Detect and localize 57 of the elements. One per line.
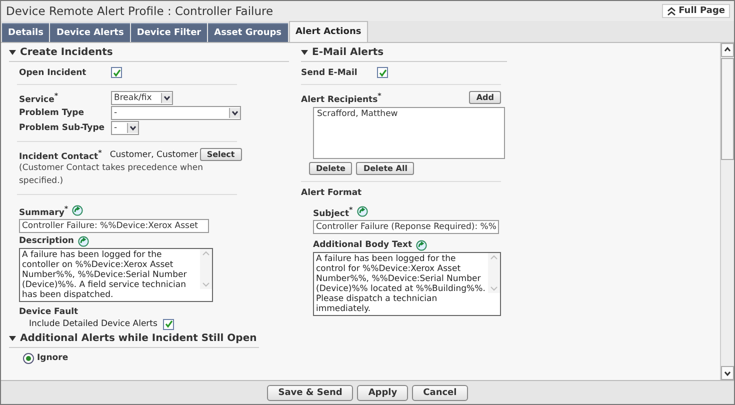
caret-icon xyxy=(229,108,240,118)
footer-button[interactable]: Cancel xyxy=(412,384,468,400)
tab[interactable]: Device Alerts xyxy=(50,23,130,42)
tab[interactable]: Details xyxy=(2,23,50,42)
checkbox[interactable] xyxy=(111,67,122,78)
footer-button[interactable]: Save & Send xyxy=(267,384,354,400)
list-item[interactable]: Scrafford, Matthew xyxy=(317,108,501,119)
add-button[interactable]: Add xyxy=(469,91,501,104)
body-text-field[interactable]: A failure has been logged for the control for %%Device:Xerox Asset Number%%, %%Device:Serial Number (Device)%% located at %%Building%%. Please dispatch a technician immediately. xyxy=(313,252,501,316)
field-label: Summary$^{*}$ xyxy=(19,204,68,218)
window-title: Device Remote Alert Profile : Controller Failure xyxy=(6,4,274,18)
section-heading[interactable]: Create Incidents xyxy=(20,47,113,58)
dropdown[interactable]: - xyxy=(111,121,139,135)
dropdown[interactable]: - xyxy=(111,106,241,120)
tab[interactable]: Alert Actions xyxy=(288,21,368,42)
checkbox[interactable] xyxy=(377,67,388,78)
field-label: Send E-Mail xyxy=(301,68,358,78)
tab[interactable]: Device Filter xyxy=(130,23,208,42)
dropdown[interactable]: Break/fix xyxy=(111,91,173,105)
option-label: Include Detailed Device Alerts xyxy=(29,319,158,330)
field-label: Additional Body Text xyxy=(313,240,412,250)
recipient-list[interactable]: Scrafford, Matthew xyxy=(313,106,505,159)
delete-button[interactable]: Delete xyxy=(309,162,352,175)
subject-field[interactable]: Controller Failure (Reponse Required): %% xyxy=(313,220,500,234)
section-heading[interactable]: E-Mail Alerts xyxy=(312,47,384,58)
field-label: Service$^{*}$ xyxy=(19,91,60,105)
field-label: Incident Contact$^{*}$ xyxy=(19,148,102,162)
select-button[interactable]: Select xyxy=(200,148,242,162)
scrollbar[interactable] xyxy=(720,43,734,380)
section-heading[interactable]: Additional Alerts while Incident Still Open xyxy=(20,332,257,344)
summary-field[interactable]: Controller Failure: %%Device:Xerox Asset xyxy=(19,218,209,233)
delete-button[interactable]: Delete All xyxy=(356,162,414,175)
full-page-button[interactable]: Full Page xyxy=(662,4,730,18)
field-label: Subject$^{*}$ xyxy=(313,204,353,219)
tab[interactable]: Asset Groups xyxy=(208,23,288,42)
field-label: Description xyxy=(19,236,74,246)
scrollbar xyxy=(488,252,500,293)
section-label: Alert Format xyxy=(301,188,363,198)
collapse-icon xyxy=(9,50,16,55)
chevrons-up-icon xyxy=(666,6,676,16)
contact-name: Customer, Customer xyxy=(110,150,198,160)
caret-icon xyxy=(161,93,172,103)
checkbox[interactable] xyxy=(163,318,174,330)
radio-button[interactable] xyxy=(23,352,34,364)
field-label: Problem Sub-Type xyxy=(19,123,106,133)
collapse-icon xyxy=(301,50,308,55)
footer-button[interactable]: Apply xyxy=(357,384,408,400)
scrollbar xyxy=(200,248,212,289)
field-label: Device Fault xyxy=(19,306,78,317)
caret-icon xyxy=(127,123,138,133)
description-field[interactable]: A failure has been logged for the contoller on %%Device:Xerox Asset Number%%, %%Device:Serial Number (Device)%%. A field service technician has been dispatched. xyxy=(19,248,213,302)
note-text: (Customer Contact takes precedence when specified.) xyxy=(19,162,204,188)
collapse-icon xyxy=(9,336,16,341)
field-label: Alert Recipients$^{*}$ xyxy=(301,91,382,105)
option-label: Ignore xyxy=(37,353,68,364)
field-label: Open Incident xyxy=(19,68,88,78)
field-label: Problem Type xyxy=(19,108,86,118)
